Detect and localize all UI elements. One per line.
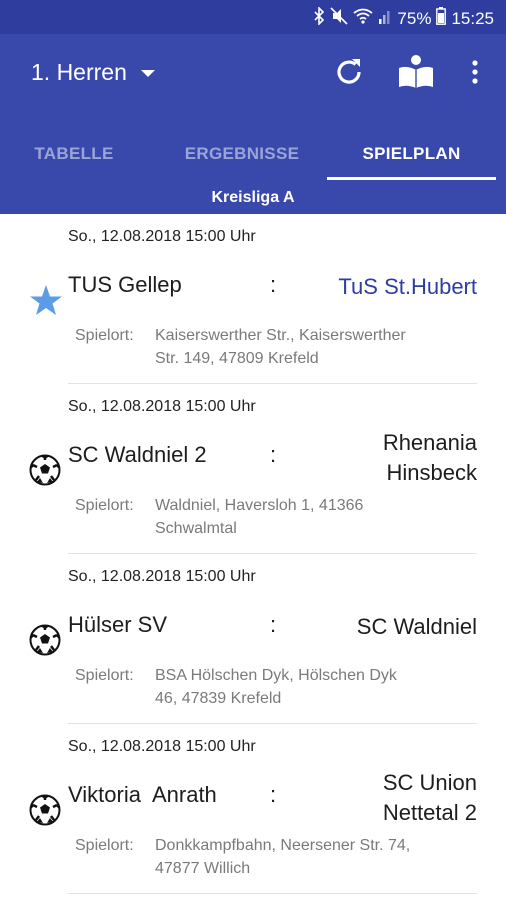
score-separator: : (270, 782, 277, 807)
tab-spielplan[interactable]: SPIELPLAN (327, 126, 496, 182)
home-team: SC Waldniel 2 (68, 442, 207, 467)
venue-label: Spielort: (75, 837, 134, 854)
venue-address-line: 46, 47839 Krefeld (155, 690, 282, 707)
venue-address: Waldniel, Haversloh 1, 41366 Schwalmtal (155, 494, 475, 540)
tab-ergebnisse[interactable]: ERGEBNISSE (148, 126, 336, 182)
venue: Spielort: BSA Hölschen Dyk, Hölschen Dyk… (75, 664, 475, 710)
home-team: Viktoria Anrath (68, 782, 217, 807)
divider (68, 893, 477, 894)
star-icon (29, 284, 62, 316)
venue-address-line: BSA Hölschen Dyk, Hölschen Dyk (155, 667, 397, 684)
fixture-date: So., 12.08.2018 (68, 228, 181, 245)
away-team-line: Rhenania (382, 430, 477, 455)
fixture-time: 15:00 Uhr (185, 228, 256, 245)
away-team-line: SC Waldniel (356, 614, 477, 639)
fixture-list: So., 12.08.2018 15:00 Uhr TUS Gellep : T… (0, 214, 506, 894)
league-header: Kreisliga A (0, 182, 506, 214)
fixture-time: 15:00 Uhr (185, 398, 256, 415)
fixture-time: 15:00 Uhr (185, 738, 256, 755)
venue-address: Donkkampfbahn, Neersener Str. 74, 47877 … (155, 834, 475, 880)
away-team: SC Waldniel (277, 612, 477, 642)
fixture-date: So., 12.08.2018 (68, 738, 181, 755)
away-team: TuS St.Hubert (277, 272, 477, 302)
wifi-icon (353, 8, 373, 29)
tab-tabelle[interactable]: TABELLE (0, 126, 148, 182)
fixture-item[interactable]: So., 12.08.2018 15:00 Uhr SC Waldniel 2 … (0, 384, 506, 554)
fixture-item[interactable]: So., 12.08.2018 15:00 Uhr Hülser SV : SC… (0, 554, 506, 724)
venue-address: Kaiserswerther Str., Kaiserswerther Str.… (155, 324, 475, 370)
refresh-icon (332, 55, 366, 94)
dropdown-arrow-icon (140, 70, 155, 77)
app-bar: 1. Herren TABELLE ERGEBNISSE SPIELPLAN (0, 34, 506, 182)
venue-label: Spielort: (75, 667, 134, 684)
fixture-date: So., 12.08.2018 (68, 568, 181, 585)
fixture-datetime: So., 12.08.2018 15:00 Uhr (68, 568, 256, 586)
away-team-line: SC Union (382, 770, 477, 795)
soccer-ball-icon (29, 454, 61, 486)
status-bar: 75% 15:25 (0, 0, 506, 34)
score-separator: : (270, 612, 277, 637)
away-team: Rhenania Hinsbeck (277, 428, 477, 488)
overflow-menu-button[interactable] (455, 54, 495, 94)
battery-percent: 75% (397, 8, 432, 28)
battery-icon (436, 7, 447, 30)
home-team: Hülser SV (68, 612, 168, 637)
fixture-datetime: So., 12.08.2018 15:00 Uhr (68, 738, 256, 756)
fixture-item[interactable]: So., 12.08.2018 15:00 Uhr Viktoria Anrat… (0, 724, 506, 894)
fixture-datetime: So., 12.08.2018 15:00 Uhr (68, 398, 256, 416)
venue-address-line: Donkkampfbahn, Neersener Str. 74, (155, 837, 411, 854)
venue-label: Spielort: (75, 497, 134, 514)
soccer-ball-icon (29, 624, 61, 656)
rules-button[interactable] (396, 54, 436, 94)
venue-label: Spielort: (75, 327, 134, 344)
team-dropdown[interactable]: 1. Herren (31, 59, 155, 86)
fixture-item[interactable]: So., 12.08.2018 15:00 Uhr TUS Gellep : T… (0, 214, 506, 384)
fixture-datetime: So., 12.08.2018 15:00 Uhr (68, 228, 256, 246)
signal-icon (378, 8, 392, 29)
tab-bar: TABELLE ERGEBNISSE SPIELPLAN (0, 126, 506, 182)
more-vert-icon (471, 59, 479, 90)
venue-address-line: Waldniel, Haversloh 1, 41366 (155, 497, 364, 514)
away-team-line: TuS St.Hubert (338, 274, 477, 299)
tab-indicator (327, 177, 496, 180)
fixture-time: 15:00 Uhr (185, 568, 256, 585)
away-team-line: Hinsbeck (386, 460, 477, 485)
home-team: TUS Gellep (68, 272, 182, 297)
mute-icon (330, 7, 348, 30)
venue-address-line: Kaiserswerther Str., Kaiserswerther (155, 327, 406, 344)
venue-address-line: 47877 Willich (155, 860, 251, 877)
away-team: SC Union Nettetal 2 (277, 768, 477, 828)
venue: Spielort: Donkkampfbahn, Neersener Str. … (75, 834, 475, 880)
team-dropdown-label: 1. Herren (31, 59, 127, 85)
venue-address-line: Str. 149, 47809 Krefeld (155, 350, 319, 367)
score-separator: : (270, 272, 277, 297)
soccer-ball-icon (29, 794, 61, 826)
venue: Spielort: Kaiserswerther Str., Kaiserswe… (75, 324, 475, 370)
bluetooth-icon (313, 6, 325, 30)
refresh-button[interactable] (329, 54, 369, 94)
venue-address-line: Schwalmtal (155, 520, 237, 537)
score-separator: : (270, 442, 277, 467)
rulebook-icon (397, 53, 435, 96)
clock-time: 15:25 (451, 8, 494, 28)
venue-address: BSA Hölschen Dyk, Hölschen Dyk 46, 47839… (155, 664, 475, 710)
fixture-date: So., 12.08.2018 (68, 398, 181, 415)
away-team-line: Nettetal 2 (382, 800, 477, 825)
venue: Spielort: Waldniel, Haversloh 1, 41366 S… (75, 494, 475, 540)
